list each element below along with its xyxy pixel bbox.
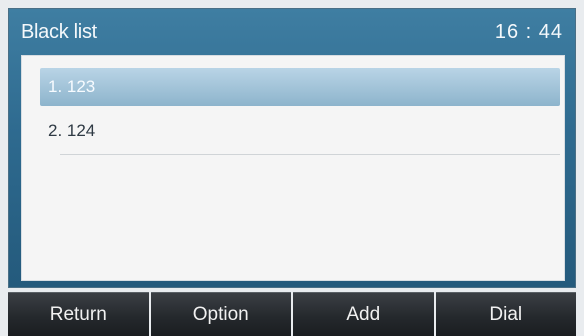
softkey-bar: Return Option Add Dial bbox=[8, 292, 576, 336]
blacklist-panel: 1. 123 2. 124 bbox=[21, 55, 565, 281]
page-title: Black list bbox=[21, 21, 97, 43]
option-button[interactable]: Option bbox=[150, 292, 291, 336]
blacklist-item-label: 1. 123 bbox=[48, 77, 96, 96]
add-button[interactable]: Add bbox=[293, 292, 434, 336]
list-divider bbox=[60, 154, 560, 155]
title-bar: Black list 16 : 44 bbox=[9, 9, 575, 55]
return-button[interactable]: Return bbox=[8, 292, 149, 336]
phone-screen: Black list 16 : 44 1. 123 2. 124 bbox=[8, 8, 576, 288]
blacklist-item-2[interactable]: 2. 124 bbox=[40, 112, 560, 150]
dial-button[interactable]: Dial bbox=[435, 292, 576, 336]
clock: 16 : 44 bbox=[494, 21, 563, 43]
blacklist-item-1[interactable]: 1. 123 bbox=[40, 68, 560, 106]
blacklist-item-label: 2. 124 bbox=[48, 121, 96, 140]
